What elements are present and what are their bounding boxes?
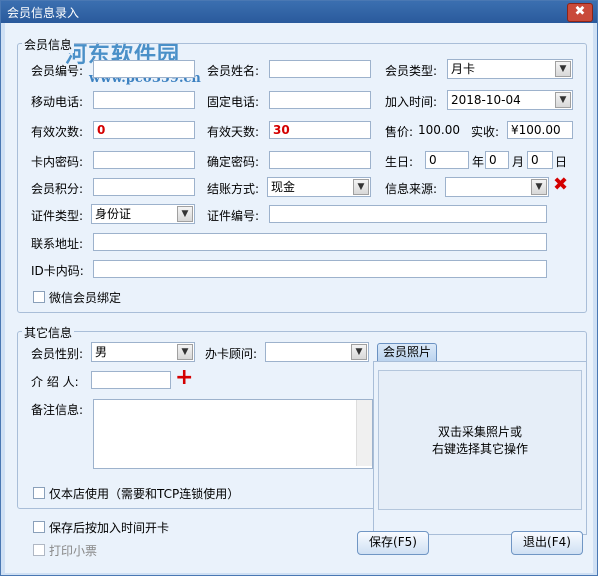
referrer-input[interactable]: [91, 371, 171, 389]
exit-button[interactable]: 退出(F4): [511, 531, 583, 555]
birthday-month-input[interactable]: 0: [485, 151, 509, 169]
close-button[interactable]: ✖: [567, 3, 593, 22]
id-type-select[interactable]: 身份证 ▼: [91, 204, 195, 224]
photo-panel: 双击采集照片或 右键选择其它操作: [373, 361, 587, 535]
chevron-down-icon[interactable]: ▼: [177, 206, 193, 222]
store-only-label: 仅本店使用（需要和TCP连锁使用）: [49, 487, 240, 501]
points-label: 会员积分:: [31, 182, 84, 196]
id-no-label: 证件编号:: [207, 209, 260, 223]
idcard-code-input[interactable]: [93, 260, 547, 278]
form-body: 河东软件园 www.pc0359.cn 会员信息 会员编号: 会员姓名: 会员类…: [5, 23, 593, 573]
advisor-select[interactable]: ▼: [265, 342, 369, 362]
photo-area[interactable]: 双击采集照片或 右键选择其它操作: [378, 370, 582, 510]
address-input[interactable]: [93, 233, 547, 251]
member-type-select[interactable]: 月卡 ▼: [447, 59, 573, 79]
member-name-input[interactable]: [269, 60, 371, 78]
phone-label: 固定电话:: [207, 95, 260, 109]
tab-member-photo[interactable]: 会员照片: [377, 343, 438, 362]
birthday-day-input[interactable]: 0: [527, 151, 553, 169]
id-no-input[interactable]: [269, 205, 547, 223]
gender-value: 男: [95, 345, 108, 359]
valid-days-input[interactable]: 30: [269, 121, 371, 139]
member-no-input[interactable]: [93, 60, 195, 78]
join-time-label: 加入时间:: [385, 95, 438, 109]
chevron-down-icon[interactable]: ▼: [351, 344, 367, 360]
wechat-bind-label: 微信会员绑定: [49, 291, 122, 305]
wechat-bind-checkbox[interactable]: [33, 291, 45, 303]
birthday-label: 生日:: [385, 155, 414, 169]
print-ticket-checkbox[interactable]: [33, 544, 45, 556]
delete-icon[interactable]: ✖: [553, 175, 568, 195]
mobile-input[interactable]: [93, 91, 195, 109]
member-type-value: 月卡: [451, 62, 476, 76]
points-input[interactable]: [93, 178, 195, 196]
member-entry-window: 会员信息录入 ✖ 河东软件园 www.pc0359.cn 会员信息 会员编号: …: [0, 0, 598, 576]
window-title: 会员信息录入: [7, 6, 80, 20]
photo-hint-line1: 双击采集照片或: [437, 425, 522, 439]
source-select[interactable]: ▼: [445, 177, 549, 197]
settle-value: 现金: [271, 180, 296, 194]
gender-select[interactable]: 男 ▼: [91, 342, 195, 362]
other-info-title: 其它信息: [22, 324, 75, 341]
save-button[interactable]: 保存(F5): [357, 531, 429, 555]
chevron-down-icon[interactable]: ▼: [531, 179, 547, 195]
advisor-label: 办卡顾问:: [205, 347, 258, 361]
member-name-label: 会员姓名:: [207, 64, 260, 78]
store-only-checkbox[interactable]: [33, 487, 45, 499]
price-label: 售价:: [385, 125, 414, 139]
member-type-label: 会员类型:: [385, 64, 438, 78]
join-time-value: 2018-10-04: [451, 93, 521, 107]
remarks-label: 备注信息:: [31, 403, 84, 417]
remarks-textarea[interactable]: [93, 399, 373, 469]
join-time-picker[interactable]: 2018-10-04 ▼: [447, 90, 573, 110]
member-info-title: 会员信息: [22, 36, 75, 53]
title-bar[interactable]: 会员信息录入 ✖: [1, 1, 597, 23]
paid-input[interactable]: ¥100.00: [507, 121, 573, 139]
gender-label: 会员性别:: [31, 347, 84, 361]
settle-select[interactable]: 现金 ▼: [267, 177, 371, 197]
referrer-label: 介 绍 人:: [31, 375, 79, 389]
address-label: 联系地址:: [31, 237, 84, 251]
add-referrer-icon[interactable]: +: [175, 366, 193, 390]
paid-label: 实收:: [471, 125, 500, 139]
idcard-code-label: ID卡内码:: [31, 264, 84, 278]
id-type-label: 证件类型:: [31, 209, 84, 223]
card-password-label: 卡内密码:: [31, 155, 84, 169]
open-card-checkbox[interactable]: [33, 521, 45, 533]
settle-label: 结账方式:: [207, 182, 260, 196]
valid-days-label: 有效天数:: [207, 125, 260, 139]
source-label: 信息来源:: [385, 182, 438, 196]
chevron-down-icon[interactable]: ▼: [555, 61, 571, 77]
open-card-label: 保存后按加入时间开卡: [49, 521, 170, 535]
month-unit: 月: [512, 155, 525, 169]
card-password-input[interactable]: [93, 151, 195, 169]
valid-times-input[interactable]: 0: [93, 121, 195, 139]
photo-hint-line2: 右键选择其它操作: [431, 442, 528, 456]
chevron-down-icon[interactable]: ▼: [555, 92, 571, 108]
price-value: 100.00: [418, 123, 460, 137]
mobile-label: 移动电话:: [31, 95, 84, 109]
print-ticket-label: 打印小票: [49, 544, 98, 558]
valid-times-label: 有效次数:: [31, 125, 84, 139]
day-unit: 日: [555, 155, 568, 169]
phone-input[interactable]: [269, 91, 371, 109]
chevron-down-icon[interactable]: ▼: [177, 344, 193, 360]
confirm-password-label: 确定密码:: [207, 155, 260, 169]
chevron-down-icon[interactable]: ▼: [353, 179, 369, 195]
birthday-year-input[interactable]: 0: [425, 151, 469, 169]
member-no-label: 会员编号:: [31, 64, 84, 78]
remarks-scrollbar[interactable]: [356, 400, 372, 466]
confirm-password-input[interactable]: [269, 151, 371, 169]
year-unit: 年: [472, 155, 485, 169]
id-type-value: 身份证: [95, 207, 132, 221]
